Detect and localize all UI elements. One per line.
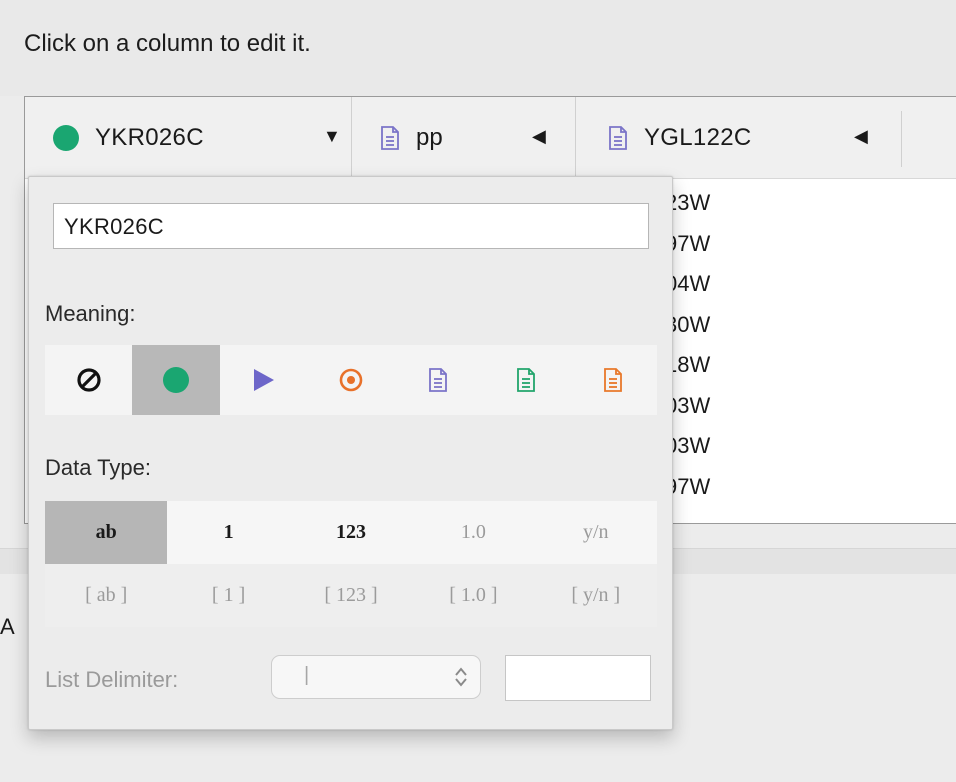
green-dot-icon	[163, 367, 190, 393]
chevron-left-icon[interactable]: ◀	[532, 126, 546, 147]
meaning-edge-attribute-button[interactable]	[482, 345, 569, 415]
column-header-label: YGL122C	[644, 124, 752, 151]
meaning-target-attribute-button[interactable]	[569, 345, 656, 415]
data-type-integer-button[interactable]: 1	[167, 501, 289, 564]
list-delimiter-value: |	[304, 664, 310, 686]
column-header-ykr026c[interactable]: YKR026C ▼	[53, 97, 351, 179]
meaning-source-attribute-button[interactable]	[395, 345, 482, 415]
purple-triangle-icon	[254, 369, 275, 391]
prohibited-icon	[77, 368, 101, 392]
green-document-icon	[516, 368, 535, 392]
data-type-label: Data Type:	[45, 455, 151, 480]
meaning-selector	[45, 345, 657, 415]
data-type-string-list-button[interactable]: [ ab ]	[45, 564, 167, 627]
updown-chevron-icon	[455, 667, 467, 687]
data-type-boolean-button[interactable]: y/n	[535, 501, 657, 564]
list-delimiter-label: List Delimiter:	[45, 667, 179, 692]
data-type-long-list-button[interactable]: [ 123 ]	[290, 564, 412, 627]
list-delimiter-custom-input[interactable]	[505, 655, 651, 701]
column-header-label: YKR026C	[95, 124, 204, 151]
column-editor-popover: YKR026C Meaning: Data Type: ab 1 123 1.0…	[28, 176, 673, 730]
data-type-integer-list-button[interactable]: [ 1 ]	[167, 564, 289, 627]
column-header-pp[interactable]: pp ◀	[351, 97, 575, 179]
data-type-long-button[interactable]: 123	[290, 501, 412, 564]
data-type-selector: ab 1 123 1.0 y/n [ ab ] [ 1 ] [ 123 ] [ …	[45, 501, 657, 627]
data-type-boolean-list-button[interactable]: [ y/n ]	[535, 564, 657, 627]
meaning-interaction-button[interactable]	[307, 345, 394, 415]
meaning-source-button[interactable]	[132, 345, 220, 415]
chevron-left-icon[interactable]: ◀	[854, 126, 868, 147]
meaning-target-button[interactable]	[220, 345, 307, 415]
document-icon	[376, 124, 404, 152]
document-icon	[604, 124, 632, 152]
data-type-row-list: [ ab ] [ 1 ] [ 123 ] [ 1.0 ] [ y/n ]	[45, 564, 657, 627]
chevron-down-icon[interactable]: ▼	[323, 126, 341, 147]
data-type-row-single: ab 1 123 1.0 y/n	[45, 501, 657, 564]
table-header: YKR026C ▼ pp ◀ YGL122C ◀	[25, 97, 956, 179]
data-type-floating-list-button[interactable]: [ 1.0 ]	[412, 564, 534, 627]
instruction-text: Click on a column to edit it.	[24, 30, 311, 57]
orange-target-icon	[339, 368, 363, 392]
column-header-label: pp	[416, 124, 443, 151]
meaning-label: Meaning:	[45, 301, 136, 326]
orange-document-icon	[604, 368, 622, 392]
header-divider	[901, 111, 902, 167]
meaning-none-button[interactable]	[45, 345, 132, 415]
column-name-input[interactable]: YKR026C	[53, 203, 649, 249]
column-header-ygl122c[interactable]: YGL122C ◀	[575, 97, 901, 179]
data-type-string-button[interactable]: ab	[45, 501, 168, 564]
data-type-floating-button[interactable]: 1.0	[412, 501, 534, 564]
clipped-label-fragment: A	[0, 614, 15, 639]
purple-document-icon	[429, 368, 448, 392]
green-dot-icon	[53, 125, 79, 151]
list-delimiter-select[interactable]: |	[271, 655, 481, 699]
